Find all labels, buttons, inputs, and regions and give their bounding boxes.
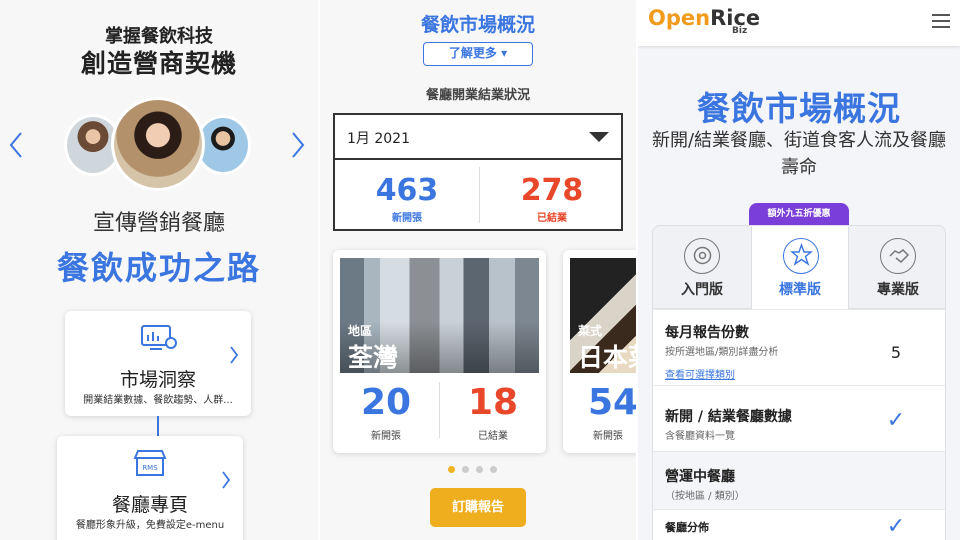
closed-count: 278 <box>520 173 584 208</box>
learn-more-button[interactable]: 了解更多 ▾ <box>423 42 533 66</box>
month-select[interactable]: 1月 2021 <box>335 115 621 160</box>
chevron-left-icon <box>9 132 22 158</box>
carousel-dot[interactable] <box>490 466 497 473</box>
feature-desc: 含餐廳資料一覽 <box>665 431 735 442</box>
plan-label: 專業版 <box>877 282 919 298</box>
cuisine-opened-count: 54 <box>588 382 636 423</box>
feature-desc: 按所選地區/類別詳盡分析 <box>665 347 779 358</box>
district-card[interactable]: 地區 荃灣 20 18 新開張 已結業 <box>333 250 546 453</box>
order-report-button[interactable]: 訂購報告 <box>430 488 526 527</box>
view-categories-link[interactable]: 查看可選擇類別 <box>665 366 735 381</box>
card-title: 餐廳專頁 <box>111 494 188 516</box>
cuisine-photo: 菜式 日本菜 <box>570 258 636 373</box>
feature-title: 餐廳分佈 <box>665 521 709 534</box>
carousel-dot[interactable] <box>448 466 455 473</box>
plan-standard[interactable]: 標準版 <box>751 226 849 310</box>
plan-pro[interactable]: 專業版 <box>849 226 947 310</box>
market-chart-icon <box>141 325 177 350</box>
feature-row: 餐廳分佈 ✓ <box>652 509 946 540</box>
market-overview-panel: 餐飲市場概況 了解更多 ▾ 餐廳開業結業狀況 1月 2021 463 新開張 2… <box>320 0 636 540</box>
svg-text:RMS: RMS <box>142 464 158 472</box>
carousel-next-button[interactable] <box>290 130 306 166</box>
hamburger-menu-icon[interactable] <box>932 14 950 32</box>
handshake-icon <box>880 238 916 274</box>
check-icon: ✓ <box>886 408 906 433</box>
plan-tabs: 入門版 標準版 專業版 <box>652 225 947 310</box>
closed-label: 已結業 <box>478 431 508 442</box>
promo-badge: 額外九五折優惠 <box>749 203 849 225</box>
feature-table: 每月報告份數 按所選地區/類別詳盡分析 查看可選擇類別 5 新開 / 結業餐廳數… <box>652 309 946 540</box>
top-bar: OpenRice Biz <box>638 0 960 46</box>
district-name: 荃灣 <box>348 343 399 372</box>
feature-row: 每月報告份數 按所選地區/類別詳盡分析 查看可選擇類別 5 <box>652 309 946 385</box>
feature-title: 每月報告份數 <box>665 325 749 341</box>
star-burst-icon <box>783 238 819 274</box>
page-description: 新開/結業餐廳、街道食客人流及餐廳壽命 <box>651 130 947 178</box>
opened-label: 新開張 <box>371 431 401 442</box>
plan-label: 標準版 <box>779 282 821 298</box>
chevron-right-icon <box>229 345 239 370</box>
pricing-panel: OpenRice Biz 餐飲市場概況 新開/結業餐廳、街道食客人流及餐廳壽命 … <box>638 0 960 540</box>
gear-badge-icon <box>684 238 720 274</box>
district-closed-count: 18 <box>467 382 519 423</box>
district-photo: 地區 荃灣 <box>340 258 539 373</box>
page-title: 餐飲市場概況 <box>697 89 901 128</box>
feature-section-row: 營運中餐廳 （按地區 / 類別） <box>652 451 946 509</box>
carousel-dots <box>448 458 504 477</box>
restaurant-page-card[interactable]: RMS 餐廳專頁 餐廳形象升級，免費設定e-menu <box>57 436 243 540</box>
logo-biz: Biz <box>732 26 748 36</box>
promo-panel: 掌握餐飲科技 創造營商契機 宣傳營銷餐廳 餐飲成功之路 市場洞察 開業結業數據、… <box>0 0 318 540</box>
card-title: 市場洞察 <box>119 369 196 391</box>
avatar-chef <box>111 97 205 191</box>
check-icon: ✓ <box>886 514 906 539</box>
chevron-right-icon <box>292 132 305 158</box>
feature-title: 新開 / 結業餐廳數據 <box>665 409 792 425</box>
section-subtitle: 餐廳開業結業狀況 <box>425 88 530 103</box>
card-description: 餐廳形象升級，免費設定e-menu <box>75 520 225 531</box>
hero-title: 餐飲成功之路 <box>56 249 261 287</box>
cuisine-tag: 菜式 <box>578 324 603 338</box>
district-tag: 地區 <box>348 324 373 338</box>
card-description: 開業結業數據、餐飲趨勢、人群... <box>83 395 233 406</box>
dropdown-triangle-icon <box>589 132 609 142</box>
rms-store-icon: RMS <box>133 450 167 476</box>
opened-label: 新開張 <box>593 431 623 442</box>
connector-line <box>157 416 159 436</box>
heading-line2: 創造營商契機 <box>80 49 237 78</box>
opened-count: 463 <box>375 173 439 208</box>
month-value: 1月 2021 <box>347 131 410 147</box>
opened-label: 新開張 <box>392 213 422 224</box>
feature-title: 營運中餐廳 <box>665 469 735 485</box>
section-title: 餐飲市場概況 <box>420 14 535 36</box>
cuisine-card[interactable]: 菜式 日本菜 54 新開張 <box>563 250 636 453</box>
plan-label: 入門版 <box>681 282 723 298</box>
carousel-prev-button[interactable] <box>8 130 24 166</box>
district-opened-count: 20 <box>360 382 412 423</box>
chevron-right-icon <box>221 470 231 495</box>
market-insight-card[interactable]: 市場洞察 開業結業數據、餐飲趨勢、人群... <box>65 311 251 416</box>
closed-label: 已結業 <box>537 213 567 224</box>
carousel-dot[interactable] <box>476 466 483 473</box>
feature-row: 新開 / 結業餐廳數據 含餐廳資料一覽 ✓ <box>652 385 946 451</box>
cuisine-name: 日本菜 <box>578 343 636 372</box>
monthly-stats-box: 1月 2021 463 新開張 278 已結業 <box>333 113 623 231</box>
feature-desc: （按地區 / 類別） <box>665 491 745 502</box>
feature-value: 5 <box>890 343 902 362</box>
plan-basic[interactable]: 入門版 <box>653 226 751 310</box>
carousel-dot[interactable] <box>462 466 469 473</box>
subtitle: 宣傳營銷餐廳 <box>92 211 225 236</box>
